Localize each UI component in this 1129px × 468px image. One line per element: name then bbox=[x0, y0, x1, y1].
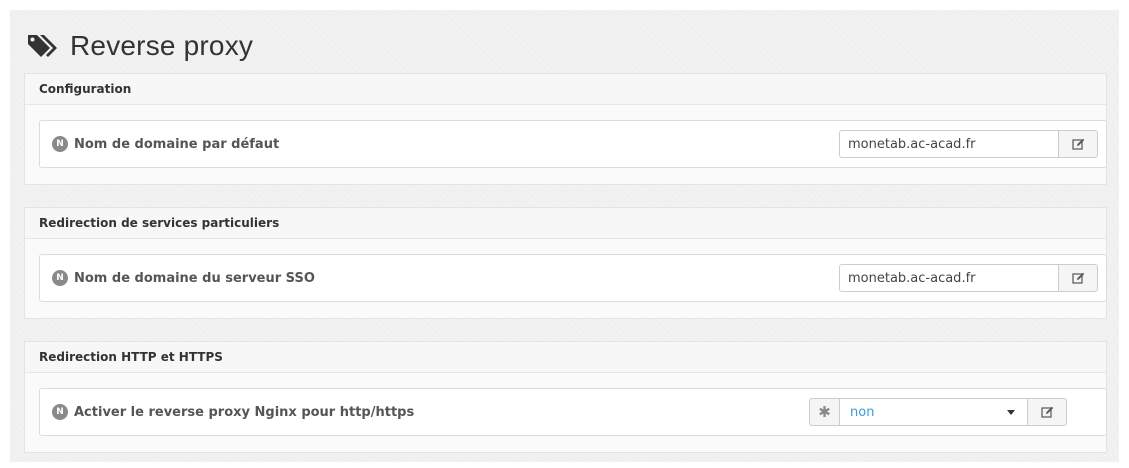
edit-button[interactable] bbox=[1058, 130, 1098, 158]
page-title: Reverse proxy bbox=[26, 26, 253, 66]
section-http-https-redirection: Redirection HTTP et HTTPS N Activer le r… bbox=[24, 341, 1107, 453]
chevron-down-icon bbox=[1007, 410, 1015, 415]
default-domain-input[interactable] bbox=[839, 130, 1058, 158]
edit-button[interactable] bbox=[1027, 398, 1067, 426]
edit-icon bbox=[1071, 138, 1084, 150]
tags-icon bbox=[28, 35, 57, 57]
field-label: N Nom de domaine par défaut bbox=[52, 121, 279, 167]
input-group bbox=[839, 264, 1098, 292]
section-body: N Nom de domaine par défaut bbox=[25, 105, 1107, 184]
sso-domain-input[interactable] bbox=[839, 264, 1058, 292]
section-configuration: Configuration N Nom de domaine par défau… bbox=[24, 73, 1107, 185]
required-asterisk-icon: ✱ bbox=[809, 398, 839, 426]
field-label-text: Nom de domaine du serveur SSO bbox=[74, 270, 315, 286]
n-badge-icon: N bbox=[52, 136, 68, 152]
section-header: Redirection HTTP et HTTPS bbox=[25, 342, 1106, 373]
section-service-redirection: Redirection de services particuliers N N… bbox=[24, 207, 1107, 319]
page-title-text: Reverse proxy bbox=[70, 30, 254, 61]
field-label-text: Nom de domaine par défaut bbox=[74, 136, 280, 152]
input-group: ✱ non bbox=[809, 398, 1067, 426]
n-badge-icon: N bbox=[52, 270, 68, 286]
page-container: Reverse proxy Configuration N Nom de dom… bbox=[10, 10, 1119, 462]
nginx-proxy-select[interactable]: non bbox=[839, 398, 1027, 426]
edit-button[interactable] bbox=[1058, 264, 1098, 292]
field-sso-domain: N Nom de domaine du serveur SSO bbox=[39, 254, 1107, 302]
section-header: Redirection de services particuliers bbox=[25, 208, 1106, 239]
field-default-domain: N Nom de domaine par défaut bbox=[39, 120, 1107, 168]
field-label: N Nom de domaine du serveur SSO bbox=[52, 255, 315, 301]
input-group bbox=[839, 130, 1098, 158]
select-value: non bbox=[850, 404, 875, 420]
section-body: N Nom de domaine du serveur SSO bbox=[25, 239, 1107, 318]
field-label: N Activer le reverse proxy Nginx pour ht… bbox=[52, 389, 414, 435]
section-body: N Activer le reverse proxy Nginx pour ht… bbox=[25, 373, 1107, 452]
field-nginx-reverse-proxy: N Activer le reverse proxy Nginx pour ht… bbox=[39, 388, 1107, 436]
edit-icon bbox=[1071, 272, 1084, 284]
section-header: Configuration bbox=[25, 74, 1106, 105]
edit-icon bbox=[1040, 406, 1053, 418]
n-badge-icon: N bbox=[52, 404, 68, 420]
field-label-text: Activer le reverse proxy Nginx pour http… bbox=[74, 404, 415, 420]
